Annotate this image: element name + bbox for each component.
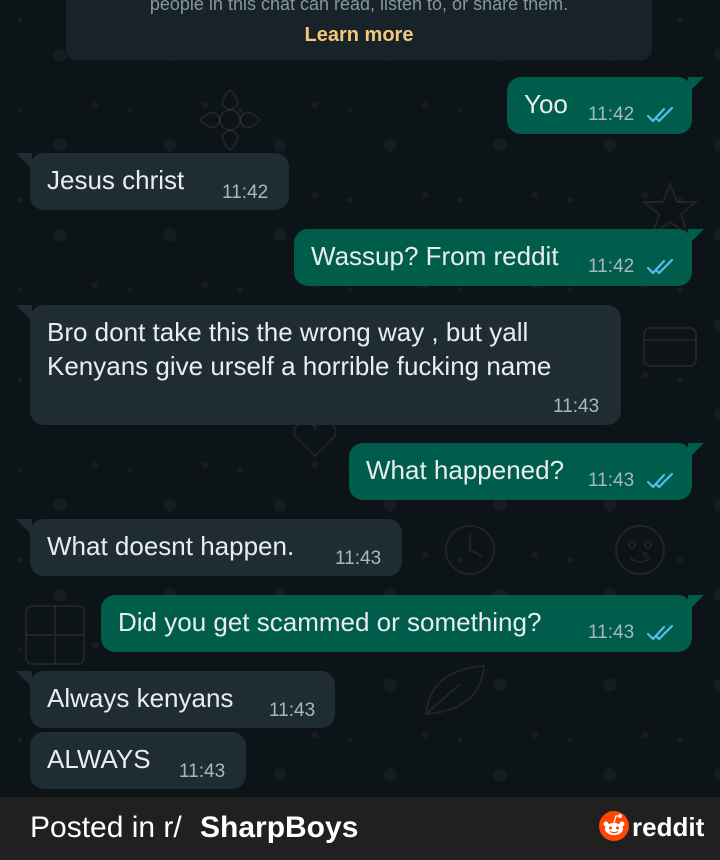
message-bubble-incoming[interactable]: Jesus christ 11:42: [30, 153, 289, 210]
message-text: Yoo: [524, 89, 568, 119]
wallpaper-doodle-calendar-icon: [643, 327, 697, 367]
reddit-posted-in-footer: Posted in r/ SharpBoys reddit: [0, 797, 720, 860]
wallpaper-doodle-heart-icon: [293, 420, 337, 458]
message-text: What doesnt happen.: [47, 531, 295, 561]
wallpaper-doodle-flower-icon: [199, 89, 261, 151]
message-text: What happened?: [366, 455, 565, 485]
message-text-line-1: Bro dont take this the wrong way , but y…: [47, 317, 529, 347]
message-text: Wassup? From reddit: [311, 241, 559, 271]
message-time: 11:43: [553, 396, 600, 417]
read-double-check-icon: [646, 624, 674, 641]
reddit-snoo-icon: [599, 811, 629, 841]
subreddit-name[interactable]: SharpBoys: [200, 811, 358, 845]
message-time: 11:43: [588, 470, 635, 491]
message-bubble-incoming[interactable]: What doesnt happen. 11:43: [30, 519, 402, 576]
message-text: Jesus christ: [47, 165, 185, 195]
message-bubble-outgoing[interactable]: What happened? 11:43: [349, 443, 692, 500]
posted-in-label: Posted in r/: [30, 811, 182, 844]
wallpaper-doodle-leaf-icon: [424, 664, 486, 716]
message-text-line-2: Kenyans give urself a horrible fucking n…: [47, 351, 552, 381]
message-bubble-incoming[interactable]: Bro dont take this the wrong way , but y…: [30, 305, 621, 425]
notice-text: people in this chat can read, listen to,…: [149, 0, 569, 14]
message-time: 11:43: [335, 548, 382, 569]
message-bubble-incoming[interactable]: Always kenyans 11:43: [30, 671, 335, 728]
message-bubble-outgoing[interactable]: Wassup? From reddit 11:42: [294, 229, 692, 286]
message-time: 11:42: [222, 182, 269, 203]
read-double-check-icon: [646, 258, 674, 275]
message-time: 11:43: [179, 761, 226, 782]
message-time: 11:42: [588, 256, 635, 277]
wallpaper-doodle-grid-icon: [25, 605, 85, 665]
learn-more-link[interactable]: Learn more: [66, 24, 652, 47]
message-bubble-incoming[interactable]: ALWAYS 11:43: [30, 732, 246, 789]
message-text: Did you get scammed or something?: [118, 607, 542, 637]
reddit-wordmark: reddit: [632, 812, 705, 842]
message-text: Always kenyans: [47, 683, 234, 713]
wallpaper-doodle-face-icon: [615, 525, 665, 575]
read-double-check-icon: [646, 472, 674, 489]
message-text: ALWAYS: [47, 744, 151, 774]
message-bubble-outgoing[interactable]: Did you get scammed or something? 11:43: [101, 595, 692, 652]
encryption-notice: people in this chat can read, listen to,…: [66, 0, 652, 60]
message-time: 11:43: [588, 622, 635, 643]
wallpaper-doodle-clock-icon: [445, 525, 495, 575]
read-double-check-icon: [646, 106, 674, 123]
message-time: 11:43: [269, 700, 316, 721]
message-bubble-outgoing[interactable]: Yoo 11:42: [507, 77, 692, 134]
message-time: 11:42: [588, 104, 635, 125]
